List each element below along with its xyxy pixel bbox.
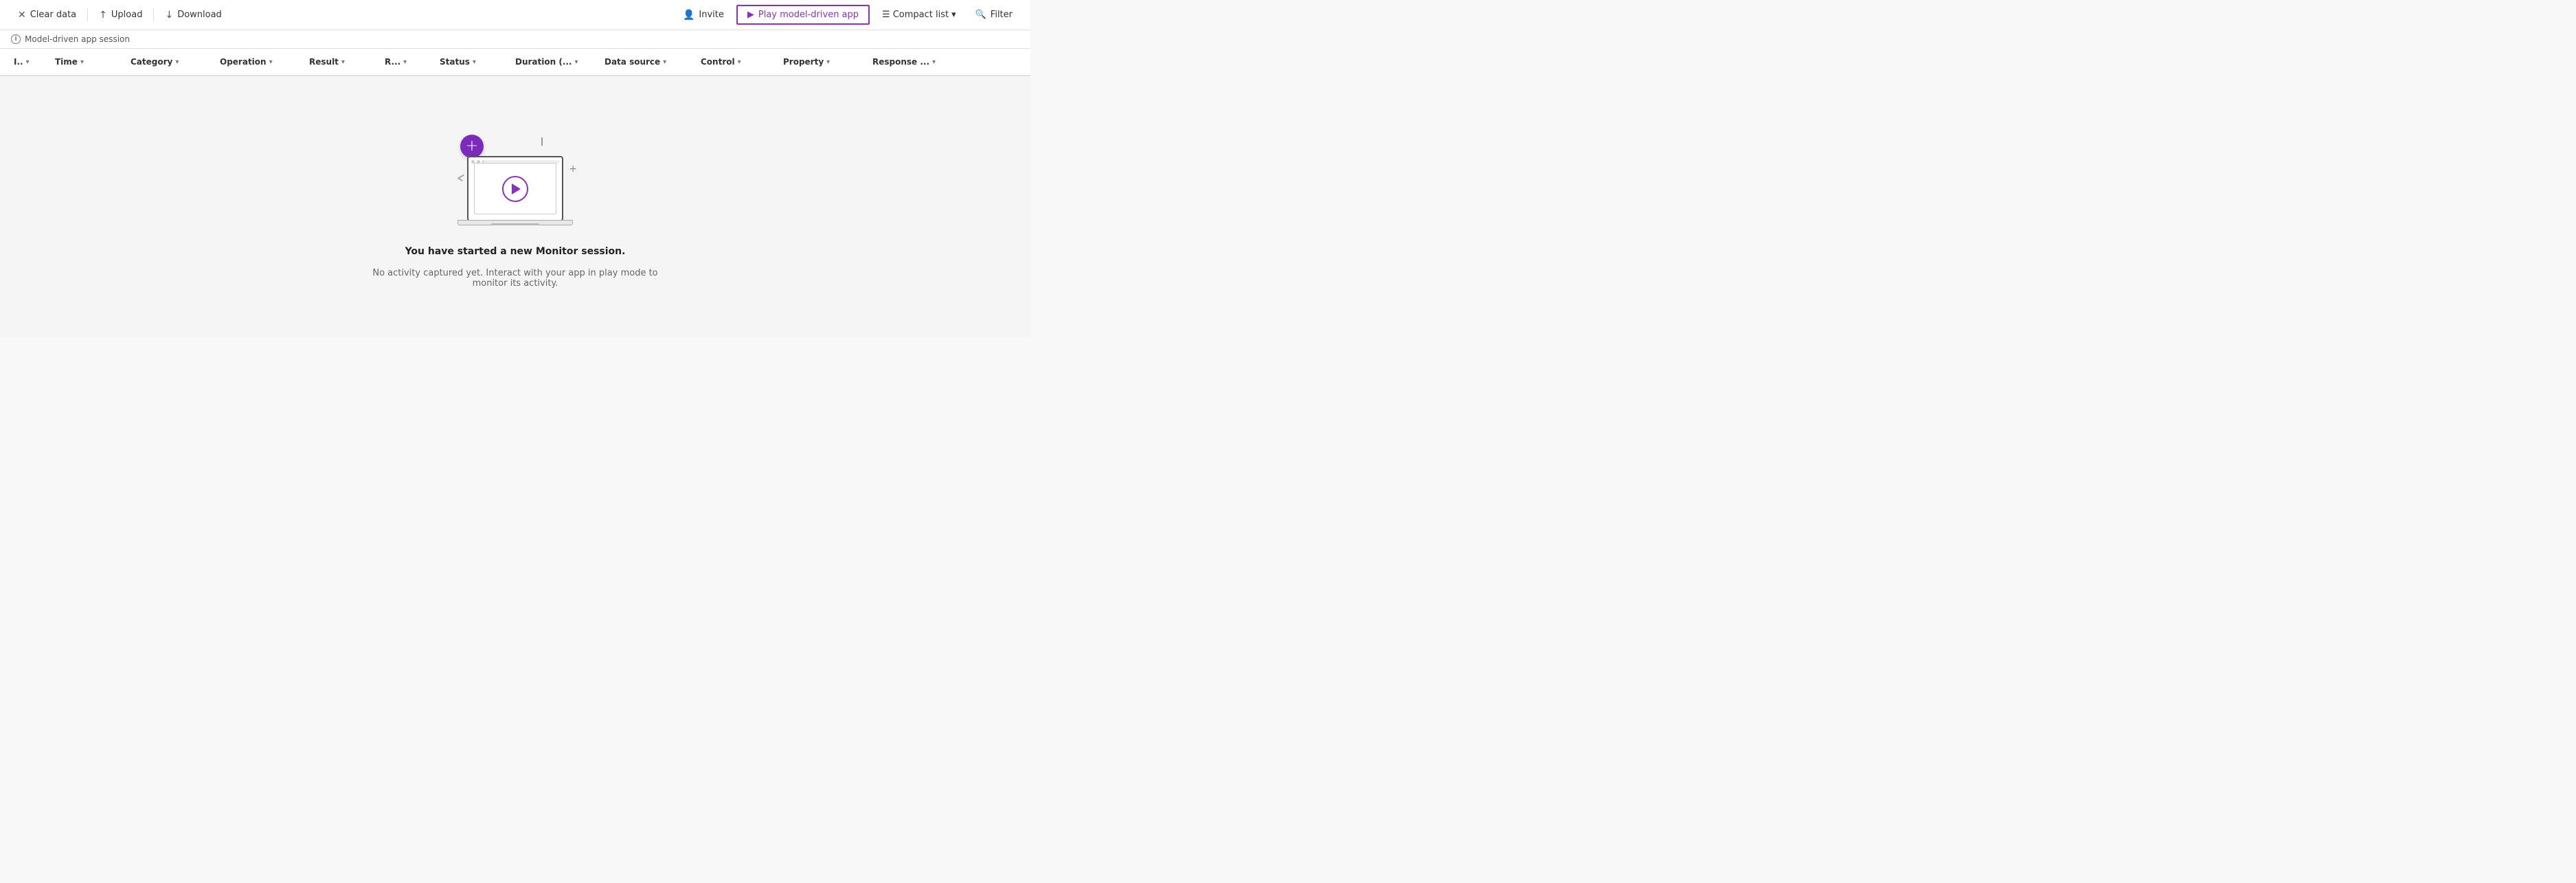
download-icon: ↓ (165, 10, 173, 21)
col-header-status[interactable]: Status ▾ (437, 57, 512, 67)
deco-line-2 (457, 177, 463, 181)
plus-circle-icon: + (460, 135, 484, 158)
deco-small-lines (457, 175, 464, 181)
laptop-screen-inner (474, 163, 556, 214)
col-r-label: R... (385, 57, 400, 67)
play-label: Play model-driven app (758, 10, 859, 20)
col-response-label: Response ... (872, 57, 929, 67)
play-button-circle (502, 176, 528, 202)
col-header-category[interactable]: Category ▾ (128, 57, 217, 67)
play-model-driven-app-button[interactable]: ▶ Play model-driven app (736, 5, 870, 25)
chevron-down-icon: ▾ (738, 58, 741, 66)
column-headers: I.. ▾ Time ▾ Category ▾ Operation ▾ Resu… (0, 49, 1030, 76)
col-header-operation[interactable]: Operation ▾ (217, 57, 306, 67)
col-duration-label: Duration (... (515, 57, 572, 67)
download-button[interactable]: ↓ Download (158, 5, 228, 25)
filter-button[interactable]: 🔍 Filter (969, 5, 1019, 24)
play-icon: ▶ (747, 10, 754, 20)
clear-icon: ✕ (18, 10, 26, 21)
divider-1 (87, 8, 88, 22)
divider-2 (153, 8, 154, 22)
info-icon: i (11, 34, 21, 44)
chevron-down-icon: ▾ (951, 10, 956, 20)
col-header-duration[interactable]: Duration (... ▾ (512, 57, 602, 67)
filter-icon: 🔍 (975, 10, 986, 20)
toolbar-right: 👤 Invite ▶ Play model-driven app ☰ Compa… (676, 5, 1019, 25)
clear-data-label: Clear data (30, 10, 76, 20)
col-property-label: Property (783, 57, 824, 67)
filter-label: Filter (991, 10, 1013, 20)
compact-list-icon: ☰ (882, 10, 890, 20)
col-header-response[interactable]: Response ... ▾ (870, 57, 973, 67)
col-header-id[interactable]: I.. ▾ (11, 57, 52, 67)
col-header-property[interactable]: Property ▾ (780, 57, 870, 67)
chevron-down-icon: ▾ (663, 58, 666, 66)
empty-state-title: You have started a new Monitor session. (405, 246, 626, 257)
col-header-time[interactable]: Time ▾ (52, 57, 128, 67)
upload-label: Upload (111, 10, 143, 20)
col-header-r[interactable]: R... ▾ (382, 57, 437, 67)
invite-button[interactable]: 👤 Invite (676, 5, 731, 25)
col-header-result[interactable]: Result ▾ (306, 57, 382, 67)
upload-button[interactable]: ↑ Upload (92, 5, 149, 25)
invite-label: Invite (699, 10, 723, 20)
session-label: Model-driven app session (25, 34, 130, 44)
empty-state: + + You h (361, 125, 670, 289)
chevron-down-icon: ▾ (932, 58, 936, 66)
chevron-down-icon: ▾ (403, 58, 407, 66)
empty-state-subtitle: No activity captured yet. Interact with … (361, 268, 670, 289)
chevron-down-icon: ▾ (80, 58, 84, 66)
col-category-label: Category (131, 57, 172, 67)
info-bar: i Model-driven app session (0, 30, 1030, 49)
col-time-label: Time (55, 57, 78, 67)
chevron-down-icon: ▾ (341, 58, 345, 66)
chevron-down-icon: ▾ (269, 58, 273, 66)
laptop-base-line (491, 223, 539, 225)
clear-data-button[interactable]: ✕ Clear data (11, 5, 83, 25)
deco-plus-right: + (569, 164, 577, 175)
chevron-down-icon: ▾ (575, 58, 578, 66)
col-result-label: Result (309, 57, 339, 67)
col-id-label: I.. (14, 57, 23, 67)
toolbar: ✕ Clear data ↑ Upload ↓ Download 👤 Invit… (0, 0, 1030, 30)
chevron-down-icon: ▾ (826, 58, 830, 66)
compact-list-button[interactable]: ☰ Compact list ▾ (875, 5, 963, 24)
laptop-body (467, 156, 563, 221)
deco-line-top (541, 137, 543, 146)
empty-state-illustration: + + (447, 125, 584, 235)
toolbar-left: ✕ Clear data ↑ Upload ↓ Download (11, 5, 673, 25)
col-control-label: Control (701, 57, 735, 67)
col-header-control[interactable]: Control ▾ (698, 57, 780, 67)
upload-icon: ↑ (99, 10, 107, 21)
chevron-down-icon: ▾ (175, 58, 179, 66)
col-status-label: Status (440, 57, 470, 67)
col-operation-label: Operation (220, 57, 267, 67)
col-data-source-label: Data source (605, 57, 660, 67)
invite-icon: 👤 (683, 10, 694, 21)
download-label: Download (177, 10, 222, 20)
compact-list-label: Compact list (893, 10, 949, 20)
chevron-down-icon: ▾ (473, 58, 476, 66)
play-triangle-icon (512, 183, 521, 194)
chevron-down-icon: ▾ (26, 58, 30, 66)
main-content: + + You h (0, 76, 1030, 337)
col-header-data-source[interactable]: Data source ▾ (602, 57, 698, 67)
